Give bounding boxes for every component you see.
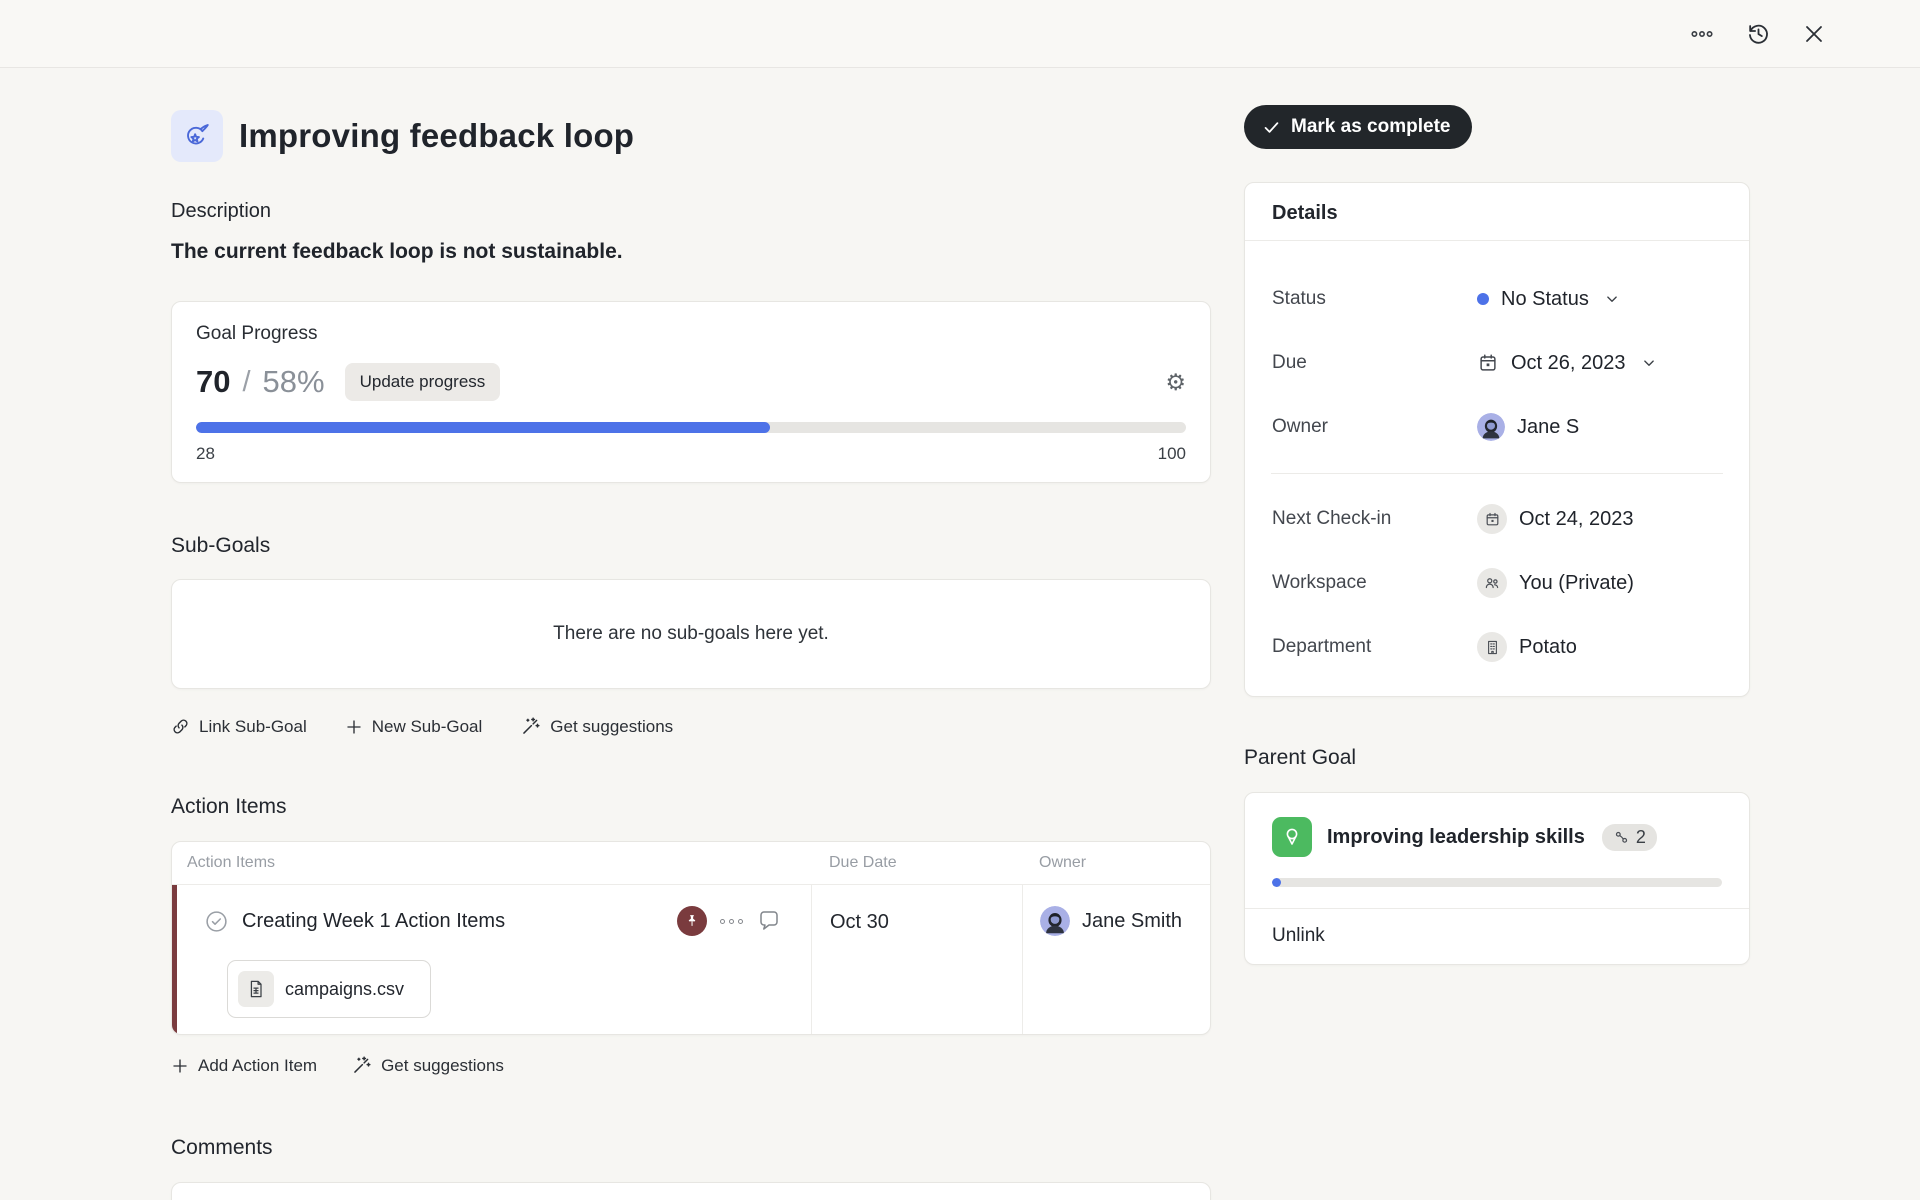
progress-min: 28 [196, 444, 215, 463]
parent-goal-card: Improving leadership skills 2 Unlink [1244, 792, 1750, 965]
action-item-owner[interactable]: Jane Smith [1082, 910, 1182, 933]
parent-goal-heading: Parent Goal [1244, 746, 1357, 769]
more-options-icon[interactable] [1688, 20, 1716, 48]
comments-heading: Comments [171, 1136, 273, 1159]
sub-goals-empty-text: There are no sub-goals here yet. [553, 623, 829, 644]
department-value[interactable]: Potato [1477, 632, 1577, 662]
goal-progress-card: Goal Progress 70 / 58% Update progress ⚙… [171, 301, 1211, 483]
action-items-toolbar: Add Action Item Get suggestions [171, 1055, 1211, 1076]
unlink-button[interactable]: Unlink [1272, 925, 1325, 947]
calendar-icon [1480, 354, 1496, 371]
detail-row-status: Status No Status [1245, 280, 1749, 318]
action-items-heading: Action Items [171, 795, 287, 818]
settings-gear-icon[interactable]: ⚙ [1165, 370, 1186, 394]
next-checkin-label: Next Check-in [1272, 508, 1392, 529]
check-icon [1264, 121, 1279, 133]
subgoal-count-badge: 2 [1601, 823, 1657, 851]
add-action-item-button[interactable]: Add Action Item [171, 1056, 317, 1076]
plus-icon [173, 1058, 187, 1073]
detail-row-owner: Owner Jane S [1245, 408, 1749, 446]
progress-max: 100 [1157, 444, 1186, 463]
description-text[interactable]: The current feedback loop is not sustain… [171, 240, 1211, 264]
comments-empty-card: There are no comments here yet. [171, 1182, 1211, 1200]
history-icon[interactable] [1744, 20, 1772, 48]
pushpin-icon[interactable] [677, 906, 707, 936]
due-value[interactable]: Oct 26, 2023 [1477, 352, 1658, 375]
parent-goal-title[interactable]: Improving leadership skills [1327, 826, 1585, 849]
status-value[interactable]: No Status [1477, 288, 1621, 311]
owner-value[interactable]: Jane S [1477, 413, 1579, 441]
status-label: Status [1272, 288, 1326, 309]
parent-goal-progress-bar [1272, 878, 1722, 887]
get-suggestions-button[interactable]: Get suggestions [351, 1055, 504, 1076]
check-circle-icon[interactable] [204, 909, 229, 934]
goal-detail-sidebar: Mark as complete Details Status No Statu… [1244, 68, 1750, 1200]
goal-detail-main: Improving feedback loop Description The … [171, 68, 1211, 1200]
owner-label: Owner [1272, 416, 1328, 437]
details-card: Details Status No Status Due Oct 26, 202… [1244, 182, 1750, 697]
new-sub-goal-button[interactable]: New Sub-Goal [345, 717, 482, 737]
department-label: Department [1272, 636, 1372, 657]
action-item-due-date[interactable]: Oct 30 [830, 911, 889, 934]
column-header-action-items: Action Items [187, 854, 276, 871]
page-title: Improving feedback loop [239, 117, 635, 154]
sub-goals-heading: Sub-Goals [171, 534, 271, 557]
due-label: Due [1272, 352, 1307, 373]
avatar [1477, 413, 1505, 441]
action-item-title[interactable]: Creating Week 1 Action Items [242, 910, 505, 933]
detail-row-next-checkin: Next Check-in Oct 24, 2023 [1245, 500, 1749, 538]
window-toolbar [0, 0, 1920, 68]
action-item-row[interactable]: Creating Week 1 Action Items campaigns.c… [172, 884, 1210, 1034]
description-label: Description [171, 200, 272, 222]
next-checkin-value[interactable]: Oct 24, 2023 [1477, 504, 1634, 534]
subgoal-count-icon [1615, 831, 1628, 843]
wand-icon [523, 717, 540, 734]
update-progress-button[interactable]: Update progress [344, 363, 501, 401]
detail-row-department: Department Potato [1245, 628, 1749, 666]
detail-row-workspace: Workspace You (Private) [1245, 564, 1749, 602]
workspace-value[interactable]: You (Private) [1477, 568, 1634, 598]
close-icon[interactable] [1800, 20, 1828, 48]
wand-icon [354, 1056, 371, 1073]
link-sub-goal-button[interactable]: Link Sub-Goal [171, 717, 307, 737]
divider [1271, 473, 1723, 474]
attachment-chip[interactable]: campaigns.csv [227, 960, 432, 1018]
goal-progress-fill [196, 422, 771, 433]
details-heading: Details [1245, 183, 1749, 241]
chevron-down-icon [1607, 296, 1617, 302]
parent-goal-progress-fill [1272, 878, 1281, 887]
detail-row-due: Due Oct 26, 2023 [1245, 344, 1749, 382]
goal-progress-label: Goal Progress [196, 323, 318, 344]
mark-as-complete-button[interactable]: Mark as complete [1244, 105, 1473, 149]
file-icon [238, 971, 274, 1007]
avatar [1040, 906, 1070, 936]
column-header-due-date: Due Date [829, 854, 897, 871]
calendar-icon [1477, 504, 1507, 534]
action-items-header-row: Action Items Due Date Owner [172, 842, 1210, 884]
comment-bubble-icon[interactable] [757, 909, 781, 933]
action-items-table: Action Items Due Date Owner Creating Wee… [171, 841, 1211, 1035]
sub-goals-toolbar: Link Sub-Goal New Sub-Goal Get suggestio… [171, 716, 1211, 737]
people-icon [1477, 568, 1507, 598]
progress-current-value: 70 [196, 364, 231, 399]
building-icon [1477, 632, 1507, 662]
column-header-owner: Owner [1039, 854, 1087, 871]
get-suggestions-button[interactable]: Get suggestions [520, 716, 673, 737]
progress-percent-value: 58% [262, 364, 325, 399]
action-item-color-bar [172, 885, 177, 1034]
subgoal-count: 2 [1635, 826, 1646, 847]
attachment-name: campaigns.csv [285, 978, 405, 999]
chevron-down-icon [1643, 360, 1654, 366]
row-more-options-icon[interactable] [720, 918, 743, 924]
goal-title-row: Improving feedback loop [171, 110, 1211, 162]
goal-progress-bar [196, 422, 1186, 433]
plus-icon [347, 719, 361, 734]
status-dot-icon [1477, 293, 1489, 305]
workspace-label: Workspace [1272, 572, 1367, 593]
link-icon [173, 719, 188, 734]
progress-separator: / [242, 365, 251, 398]
goal-comet-icon [171, 110, 223, 162]
parent-goal-icon [1272, 817, 1312, 857]
sub-goals-empty-card: There are no sub-goals here yet. [171, 579, 1211, 689]
